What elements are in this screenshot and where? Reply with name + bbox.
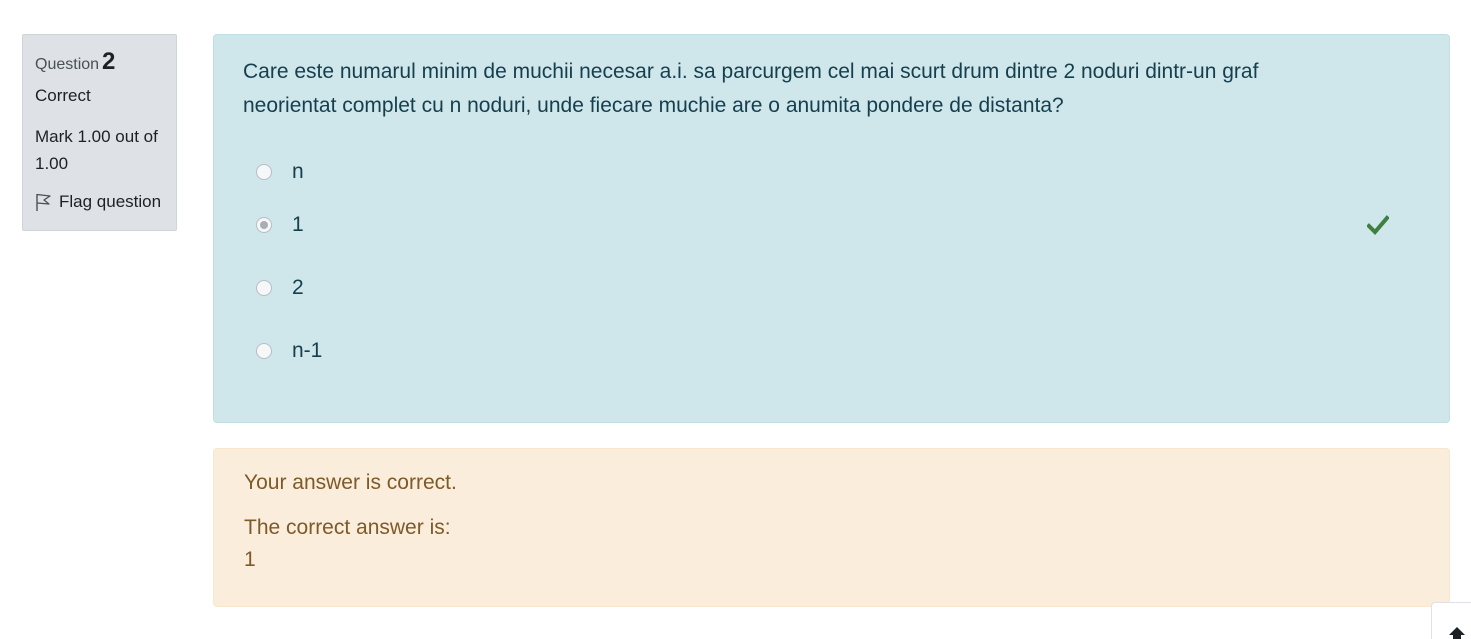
question-number: 2 [102, 48, 116, 75]
arrow-up-icon [1449, 627, 1465, 639]
answer-radio[interactable] [256, 342, 272, 359]
flag-question-label: Flag question [59, 192, 162, 211]
question-text: Care este numarul minim de muchii necesa… [243, 60, 1259, 117]
answer-option-1[interactable]: 1 [243, 193, 1419, 256]
answer-list: n 1 2 n-1 [243, 151, 1419, 382]
back-to-top-button[interactable] [1431, 602, 1471, 639]
answer-label: 2 [292, 275, 304, 299]
answer-label: 1 [292, 212, 304, 236]
question-number-heading: Question 2 [35, 47, 164, 80]
quiz-review-page: Question 2 Correct Mark 1.00 out of 1.00 … [0, 0, 1471, 639]
flag-icon [36, 193, 51, 211]
answer-option-n[interactable]: n [243, 151, 1419, 193]
question-prefix: Question [35, 56, 100, 73]
correct-answer-prefix: The correct answer is: [244, 516, 451, 539]
answer-option-n-minus-1[interactable]: n-1 [243, 319, 1419, 382]
check-icon [1367, 214, 1389, 235]
feedback-result: Your answer is correct. [244, 471, 457, 494]
flag-question-link[interactable]: Flag question [35, 191, 164, 213]
answer-label: n-1 [292, 338, 323, 362]
answer-option-2[interactable]: 2 [243, 256, 1419, 319]
question-state: Correct [35, 86, 91, 105]
answer-label: n [292, 160, 304, 183]
correct-answer-value: 1 [244, 548, 256, 571]
question-formulation: Care este numarul minim de muchii necesa… [213, 34, 1450, 423]
answer-radio[interactable] [256, 164, 272, 180]
answer-radio-selected[interactable] [256, 216, 272, 233]
feedback-panel: Your answer is correct. The correct answ… [213, 448, 1450, 607]
question-info-panel: Question 2 Correct Mark 1.00 out of 1.00 … [22, 34, 177, 231]
question-grade: Mark 1.00 out of 1.00 [35, 127, 158, 173]
answer-radio[interactable] [256, 279, 272, 296]
